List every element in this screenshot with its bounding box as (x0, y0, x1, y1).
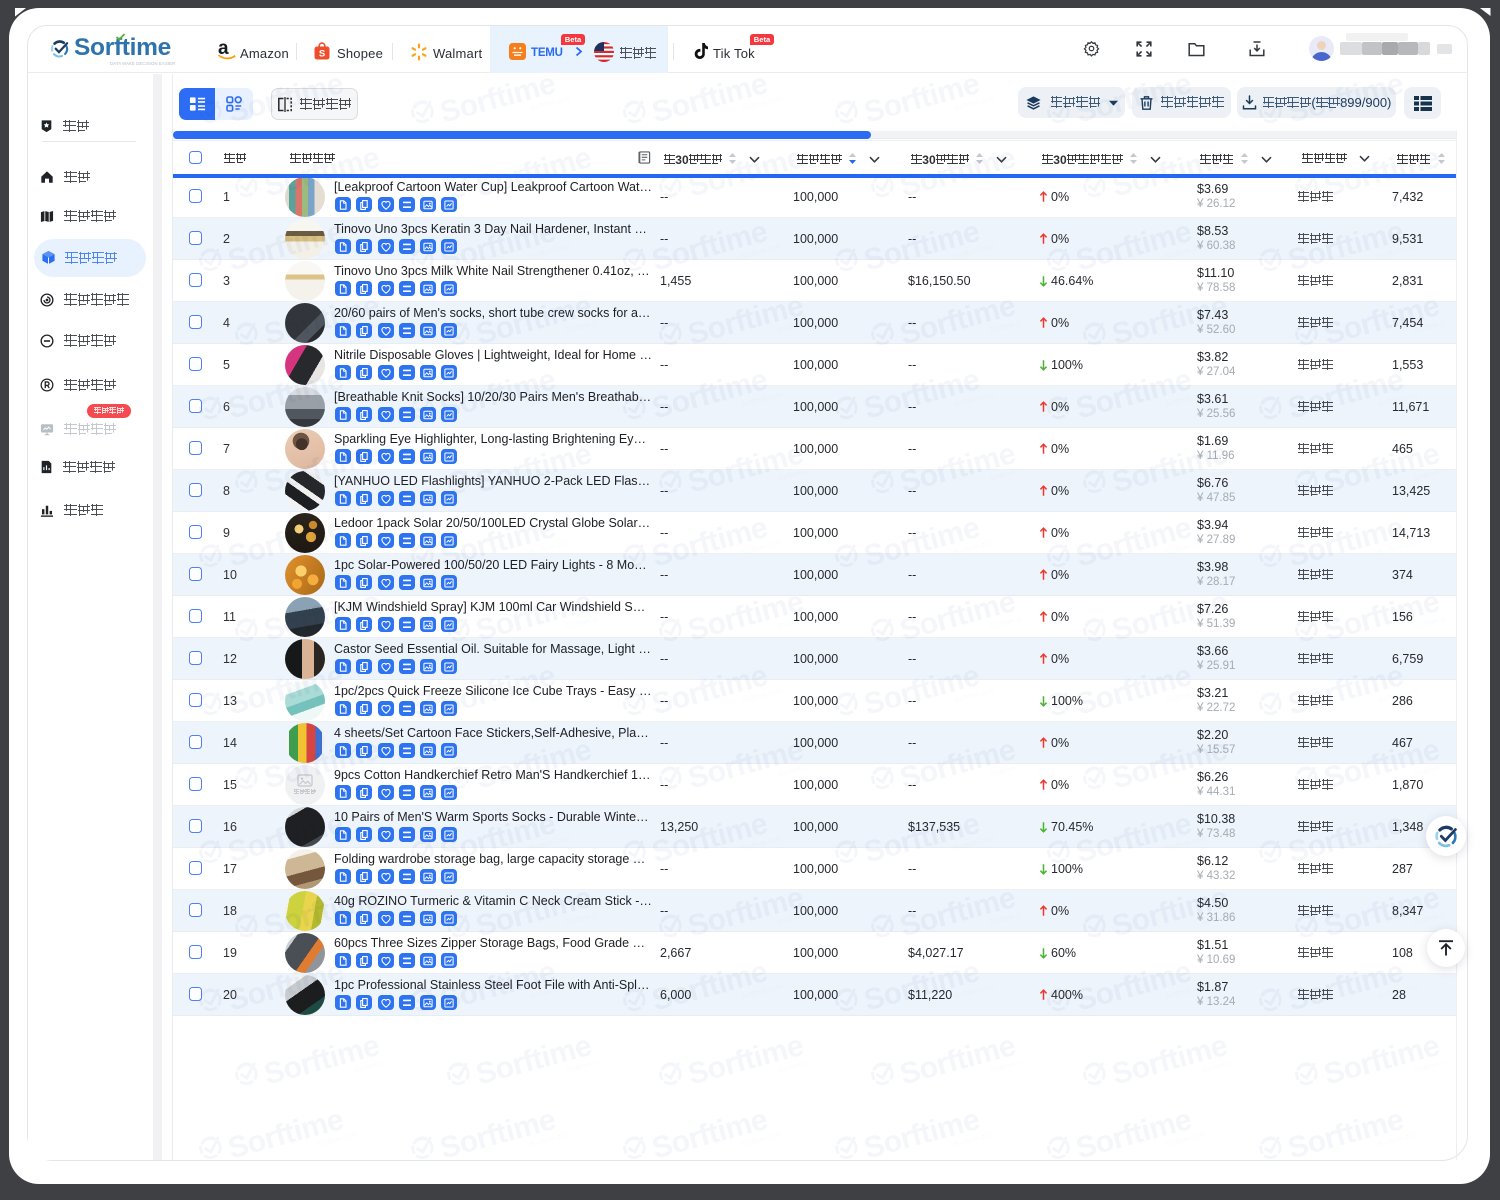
svg-text:S: S (319, 49, 325, 60)
